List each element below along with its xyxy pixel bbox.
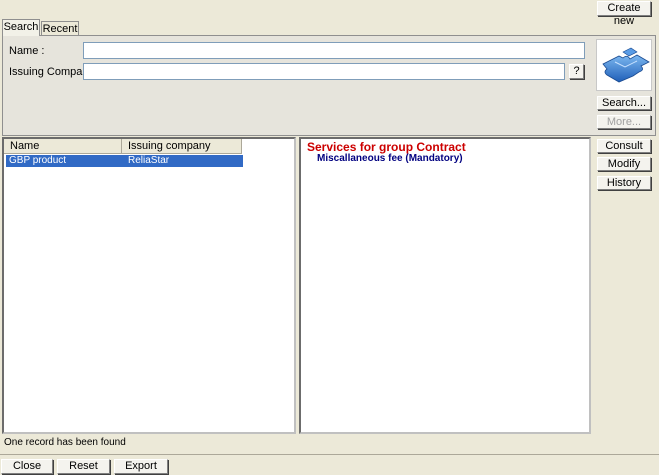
footer-separator (0, 454, 659, 455)
tab-search[interactable]: Search (2, 19, 40, 36)
puzzle-pieces-icon (596, 39, 652, 91)
name-label: Name : (9, 45, 45, 57)
close-button[interactable]: Close (1, 459, 53, 474)
table-row[interactable]: GBP product ReliaStar (6, 155, 243, 167)
column-header-issuing-company[interactable]: Issuing company (122, 139, 242, 154)
issuing-company-input[interactable] (83, 63, 565, 80)
create-new-button[interactable]: Create new (597, 1, 651, 27)
status-text: One record has been found (4, 437, 126, 448)
search-button[interactable]: Search... (597, 96, 651, 110)
cell-issuing-company: ReliaStar (128, 155, 170, 166)
reset-button[interactable]: Reset (57, 459, 110, 474)
more-button[interactable]: More... (597, 115, 651, 129)
detail-panel: Services for group Contract Miscallaneou… (299, 137, 591, 434)
detail-title: Services for group Contract (307, 140, 466, 154)
modify-button[interactable]: Modify (597, 157, 651, 171)
help-button[interactable]: ? (569, 64, 584, 79)
history-button[interactable]: History (597, 176, 651, 190)
detail-item: Miscallaneous fee (Mandatory) (317, 153, 463, 164)
tab-recent[interactable]: Recent (41, 21, 79, 35)
column-header-name[interactable]: Name (4, 139, 122, 154)
consult-button[interactable]: Consult (597, 139, 651, 153)
cell-name: GBP product (9, 155, 67, 166)
name-input[interactable] (83, 42, 585, 59)
results-list[interactable]: Name Issuing company GBP product ReliaSt… (2, 137, 296, 434)
export-button[interactable]: Export (114, 459, 168, 474)
